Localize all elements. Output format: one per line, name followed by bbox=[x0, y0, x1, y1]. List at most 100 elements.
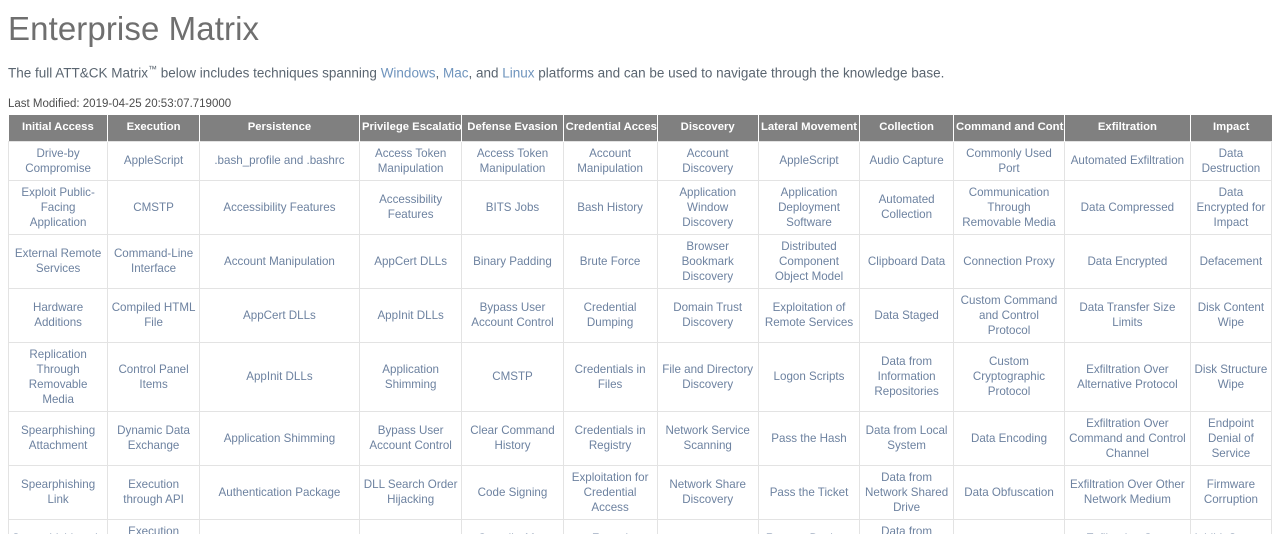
matrix-technique-cell[interactable]: Accessibility Features bbox=[358, 179, 463, 235]
matrix-technique-cell[interactable]: Disk Structure Wipe bbox=[1189, 341, 1273, 412]
matrix-column-header-credential-access[interactable]: Credential Access bbox=[562, 114, 658, 141]
matrix-technique-cell[interactable]: Command-Line Interface bbox=[107, 233, 200, 289]
matrix-column-header-persistence[interactable]: Persistence bbox=[198, 114, 360, 141]
matrix-technique-cell[interactable]: Clear Command History bbox=[461, 410, 564, 466]
matrix-technique-cell[interactable]: Custom Cryptographic Protocol bbox=[953, 341, 1065, 412]
matrix-technique-cell[interactable]: Application Shimming bbox=[198, 410, 360, 466]
matrix-technique-cell[interactable]: Browser Bookmark Discovery bbox=[656, 233, 759, 289]
matrix-technique-cell[interactable]: DLL Search Order Hijacking bbox=[358, 464, 463, 520]
link-mac[interactable]: Mac bbox=[443, 66, 469, 81]
matrix-technique-cell[interactable]: Data Obfuscation bbox=[953, 464, 1065, 520]
matrix-technique-cell[interactable]: Domain Fronting bbox=[953, 518, 1065, 534]
matrix-technique-cell[interactable]: Data from Information Repositories bbox=[859, 341, 955, 412]
matrix-technique-cell[interactable]: CMSTP bbox=[107, 179, 200, 235]
matrix-technique-cell[interactable]: Authentication Package bbox=[198, 464, 360, 520]
matrix-technique-cell[interactable]: Automated Exfiltration bbox=[1063, 140, 1191, 181]
matrix-technique-cell[interactable]: Network Service Scanning bbox=[656, 410, 759, 466]
matrix-column-header-initial-access[interactable]: Initial Access bbox=[8, 114, 109, 141]
matrix-technique-cell[interactable]: CMSTP bbox=[461, 341, 564, 412]
matrix-technique-cell[interactable]: Execution through API bbox=[107, 464, 200, 520]
matrix-column-header-defense-evasion[interactable]: Defense Evasion bbox=[461, 114, 564, 141]
matrix-technique-cell[interactable]: Exfiltration Over Physical Medium bbox=[1063, 518, 1191, 534]
matrix-technique-cell[interactable]: Forced Authentication bbox=[562, 518, 658, 534]
matrix-technique-cell[interactable]: Clipboard Data bbox=[859, 233, 955, 289]
matrix-technique-cell[interactable]: Compile After Delivery bbox=[461, 518, 564, 534]
matrix-technique-cell[interactable]: Compiled HTML File bbox=[107, 287, 200, 343]
matrix-technique-cell[interactable]: Code Signing bbox=[461, 464, 564, 520]
matrix-technique-cell[interactable]: Endpoint Denial of Service bbox=[1189, 410, 1273, 466]
matrix-technique-cell[interactable]: Access Token Manipulation bbox=[461, 140, 564, 181]
matrix-technique-cell[interactable]: Exfiltration Over Other Network Medium bbox=[1063, 464, 1191, 520]
matrix-technique-cell[interactable]: Bash History bbox=[562, 179, 658, 235]
matrix-technique-cell[interactable]: Bypass User Account Control bbox=[461, 287, 564, 343]
matrix-technique-cell[interactable]: Spearphishing Link bbox=[7, 464, 109, 520]
matrix-technique-cell[interactable]: Account Discovery bbox=[656, 140, 759, 181]
matrix-technique-cell[interactable]: Logon Scripts bbox=[757, 341, 861, 412]
matrix-technique-cell[interactable]: Connection Proxy bbox=[953, 233, 1065, 289]
matrix-technique-cell[interactable]: AppleScript bbox=[757, 140, 861, 181]
matrix-technique-cell[interactable]: Drive-by Compromise bbox=[7, 140, 109, 181]
matrix-technique-cell[interactable]: Application Shimming bbox=[358, 341, 463, 412]
matrix-technique-cell[interactable]: Data Destruction bbox=[1189, 140, 1273, 181]
matrix-technique-cell[interactable]: Exploitation of Remote Services bbox=[757, 287, 861, 343]
matrix-technique-cell[interactable]: Accessibility Features bbox=[198, 179, 360, 235]
matrix-technique-cell[interactable]: Data Staged bbox=[859, 287, 955, 343]
matrix-technique-cell[interactable]: Credential Dumping bbox=[562, 287, 658, 343]
matrix-technique-cell[interactable]: Data Transfer Size Limits bbox=[1063, 287, 1191, 343]
matrix-technique-cell[interactable]: Application Deployment Software bbox=[757, 179, 861, 235]
matrix-technique-cell[interactable]: Account Manipulation bbox=[198, 233, 360, 289]
matrix-column-header-discovery[interactable]: Discovery bbox=[656, 114, 759, 141]
matrix-column-header-collection[interactable]: Collection bbox=[859, 114, 955, 141]
matrix-technique-cell[interactable]: Dylib Hijacking bbox=[358, 518, 463, 534]
matrix-technique-cell[interactable]: Bypass User Account Control bbox=[358, 410, 463, 466]
matrix-technique-cell[interactable]: Spearphishing Attachment bbox=[7, 410, 109, 466]
matrix-technique-cell[interactable]: AppCert DLLs bbox=[198, 287, 360, 343]
matrix-column-header-execution[interactable]: Execution bbox=[107, 114, 200, 141]
matrix-technique-cell[interactable]: .bash_profile and .bashrc bbox=[198, 140, 360, 181]
matrix-technique-cell[interactable]: Account Manipulation bbox=[562, 140, 658, 181]
link-linux[interactable]: Linux bbox=[502, 66, 534, 81]
matrix-technique-cell[interactable]: Custom Command and Control Protocol bbox=[953, 287, 1065, 343]
matrix-technique-cell[interactable]: Disk Content Wipe bbox=[1189, 287, 1273, 343]
matrix-technique-cell[interactable]: Data from Local System bbox=[859, 410, 955, 466]
matrix-column-header-impact[interactable]: Impact bbox=[1189, 114, 1272, 141]
matrix-technique-cell[interactable]: Credentials in Files bbox=[562, 341, 658, 412]
matrix-technique-cell[interactable]: Application Window Discovery bbox=[656, 179, 759, 235]
matrix-technique-cell[interactable]: Inhibit System Recovery bbox=[1189, 518, 1273, 534]
matrix-technique-cell[interactable]: Access Token Manipulation bbox=[358, 140, 463, 181]
link-windows[interactable]: Windows bbox=[381, 66, 436, 81]
matrix-technique-cell[interactable]: Data from Network Shared Drive bbox=[859, 464, 955, 520]
matrix-technique-cell[interactable]: Exploit Public-Facing Application bbox=[7, 179, 109, 235]
matrix-technique-cell[interactable]: Exfiltration Over Command and Control Ch… bbox=[1063, 410, 1191, 466]
matrix-technique-cell[interactable]: Domain Trust Discovery bbox=[656, 287, 759, 343]
matrix-technique-cell[interactable]: Automated Collection bbox=[859, 179, 955, 235]
matrix-column-header-exfiltration[interactable]: Exfiltration bbox=[1063, 114, 1191, 141]
matrix-technique-cell[interactable]: Remote Desktop Protocol bbox=[757, 518, 861, 534]
matrix-technique-cell[interactable]: Commonly Used Port bbox=[953, 140, 1065, 181]
matrix-technique-cell[interactable]: Firmware Corruption bbox=[1189, 464, 1273, 520]
matrix-column-header-privilege-escalation[interactable]: Privilege Escalation bbox=[358, 114, 463, 141]
matrix-technique-cell[interactable]: Execution through Module Load bbox=[107, 518, 200, 534]
matrix-technique-cell[interactable]: External Remote Services bbox=[7, 233, 109, 289]
matrix-technique-cell[interactable]: Data Compressed bbox=[1063, 179, 1191, 235]
matrix-column-header-command-and-control[interactable]: Command and Control bbox=[953, 114, 1065, 141]
matrix-technique-cell[interactable]: Brute Force bbox=[562, 233, 658, 289]
matrix-technique-cell[interactable]: Hardware Additions bbox=[7, 287, 109, 343]
matrix-technique-cell[interactable]: Spearphishing via Service bbox=[7, 518, 109, 534]
matrix-technique-cell[interactable]: Data Encrypted bbox=[1063, 233, 1191, 289]
matrix-technique-cell[interactable]: BITS Jobs bbox=[461, 179, 564, 235]
matrix-technique-cell[interactable]: Distributed Component Object Model bbox=[757, 233, 861, 289]
matrix-technique-cell[interactable]: AppleScript bbox=[107, 140, 200, 181]
matrix-technique-cell[interactable]: Data Encrypted for Impact bbox=[1189, 179, 1273, 235]
matrix-technique-cell[interactable]: Network Share Discovery bbox=[656, 464, 759, 520]
matrix-technique-cell[interactable]: Pass the Ticket bbox=[757, 464, 861, 520]
matrix-technique-cell[interactable]: Pass the Hash bbox=[757, 410, 861, 466]
matrix-technique-cell[interactable]: Exfiltration Over Alternative Protocol bbox=[1063, 341, 1191, 412]
matrix-technique-cell[interactable]: Replication Through Removable Media bbox=[7, 341, 109, 412]
matrix-technique-cell[interactable]: Control Panel Items bbox=[107, 341, 200, 412]
matrix-technique-cell[interactable]: Data from Removable Media bbox=[859, 518, 955, 534]
matrix-technique-cell[interactable]: Exploitation for Credential Access bbox=[562, 464, 658, 520]
matrix-technique-cell[interactable]: Data Encoding bbox=[953, 410, 1065, 466]
matrix-technique-cell[interactable]: Binary Padding bbox=[461, 233, 564, 289]
matrix-technique-cell[interactable]: AppInit DLLs bbox=[198, 341, 360, 412]
